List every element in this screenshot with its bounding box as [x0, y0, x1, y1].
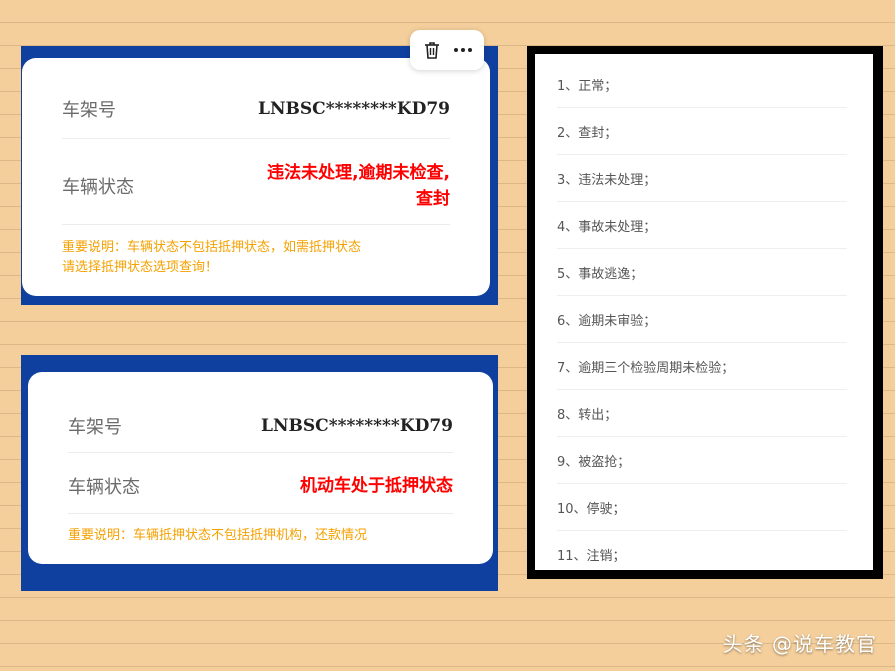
- vin-row: 车架号 LNBSC********KD79: [62, 96, 450, 122]
- vin-label: 车架号: [62, 100, 116, 121]
- vin-row: 车架号 LNBSC********KD79: [68, 413, 453, 439]
- status-list-panel: 1、正常； 2、查封； 3、违法未处理； 4、事故未处理； 5、事故逃逸； 6、…: [527, 46, 883, 579]
- list-item: 1、正常；: [557, 61, 847, 108]
- divider: [68, 513, 453, 514]
- important-note: 重要说明：车辆抵押状态不包括抵押机构，还款情况: [68, 528, 368, 543]
- watermark: 头条 @说车教官: [722, 632, 877, 656]
- floating-toolbar: [410, 30, 484, 70]
- status-label: 车辆状态: [62, 177, 134, 198]
- status-row: 车辆状态 违法未处理,逾期未检查, 查封: [62, 160, 450, 212]
- status-value-line2: 查封: [416, 189, 450, 209]
- note-line2: 请选择抵押状态选项查询！: [62, 260, 219, 275]
- list-item: 11、注销；: [557, 549, 626, 564]
- vin-label: 车架号: [68, 417, 122, 438]
- list-item: 7、逾期三个检验周期未检验；: [557, 343, 847, 390]
- more-button[interactable]: [450, 37, 476, 63]
- status-value: 机动车处于抵押状态: [300, 476, 453, 496]
- status-value: 违法未处理,逾期未检查, 查封: [267, 160, 450, 212]
- vin-value: LNBSC********KD79: [258, 99, 450, 119]
- list-item: 4、事故未处理；: [557, 202, 847, 249]
- divider: [62, 138, 450, 139]
- note-line1: 重要说明：车辆状态不包括抵押状态，如需抵押状态: [62, 240, 362, 255]
- list-item: 6、逾期未审验；: [557, 296, 847, 343]
- vin-value: LNBSC********KD79: [261, 416, 453, 436]
- list-item: 8、转出；: [557, 390, 847, 437]
- list-item: 9、被盗抢；: [557, 437, 847, 484]
- important-note: 重要说明：车辆状态不包括抵押状态，如需抵押状态 请选择抵押状态选项查询！: [62, 238, 450, 278]
- status-value-line1: 违法未处理,逾期未检查,: [267, 163, 450, 183]
- status-row: 车辆状态 机动车处于抵押状态: [68, 473, 453, 499]
- more-icon: [453, 48, 472, 52]
- status-list: 1、正常； 2、查封； 3、违法未处理； 4、事故未处理； 5、事故逃逸； 6、…: [535, 54, 873, 570]
- list-item: 3、违法未处理；: [557, 155, 847, 202]
- delete-button[interactable]: [419, 37, 445, 63]
- trash-icon: [424, 42, 439, 59]
- vehicle-status-card: 车架号 LNBSC********KD79 车辆状态 违法未处理,逾期未检查, …: [22, 58, 490, 296]
- status-label: 车辆状态: [68, 477, 140, 498]
- divider: [68, 452, 453, 453]
- list-item: 2、查封；: [557, 108, 847, 155]
- mortgage-status-card: 车架号 LNBSC********KD79 车辆状态 机动车处于抵押状态 重要说…: [28, 372, 493, 564]
- list-item: 5、事故逃逸；: [557, 249, 847, 296]
- divider: [62, 224, 450, 225]
- list-item: 10、停驶；: [557, 484, 847, 531]
